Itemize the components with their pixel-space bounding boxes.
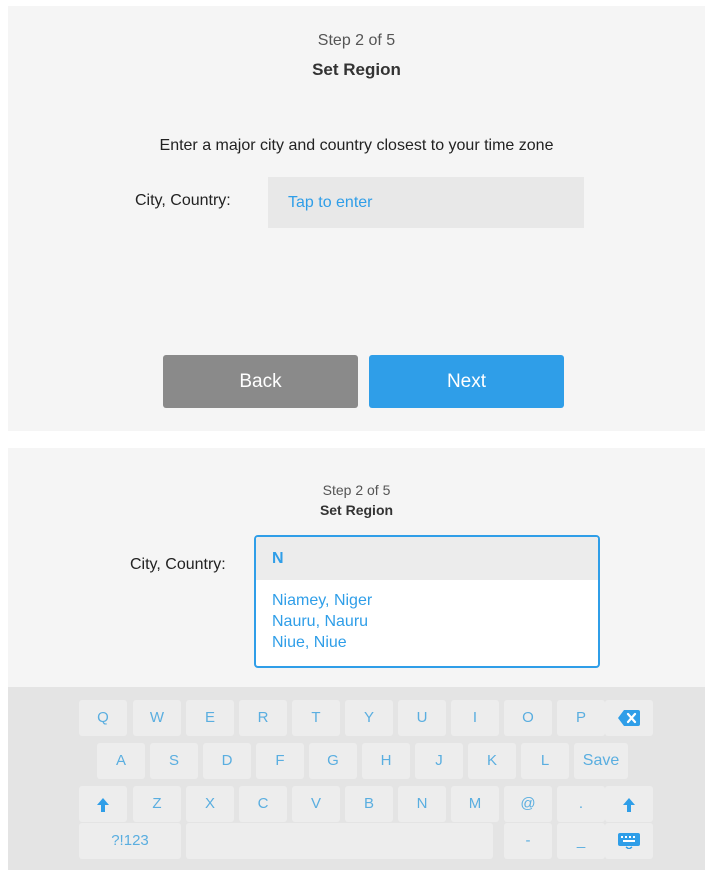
next-button[interactable]: Next (369, 355, 564, 408)
key-a[interactable]: A (97, 743, 145, 779)
city-country-combobox: N Niamey, Niger Nauru, Nauru Niue, Niue (254, 535, 600, 668)
key-dash[interactable]: - (504, 823, 552, 859)
suggestion-item[interactable]: Nauru, Nauru (272, 611, 598, 632)
suggestion-item[interactable]: Niue, Niue (272, 632, 598, 653)
key-e[interactable]: E (186, 700, 234, 736)
save-button[interactable]: Save (574, 743, 628, 779)
key-g[interactable]: G (309, 743, 357, 779)
page-title: Set Region (312, 60, 401, 79)
city-country-label: City, Country: (130, 556, 226, 573)
key-m[interactable]: M (451, 786, 499, 822)
backspace-key[interactable] (605, 700, 653, 736)
step-indicator: Step 2 of 5 (322, 482, 391, 498)
key-j[interactable]: J (415, 743, 463, 779)
suggestion-item[interactable]: Niamey, Niger (272, 590, 598, 611)
key-i[interactable]: I (451, 700, 499, 736)
shift-icon (623, 798, 635, 813)
shift-left-key[interactable] (79, 786, 127, 822)
key-v[interactable]: V (292, 786, 340, 822)
key-l[interactable]: L (521, 743, 569, 779)
symbols-key[interactable]: ?!123 (79, 823, 181, 859)
key-s[interactable]: S (150, 743, 198, 779)
keyboard-icon (618, 833, 640, 850)
space-key[interactable] (186, 823, 493, 859)
back-button[interactable]: Back (163, 355, 358, 408)
backspace-icon (618, 710, 640, 727)
key-n[interactable]: N (398, 786, 446, 822)
page-title: Set Region (319, 502, 394, 518)
key-p[interactable]: P (557, 700, 605, 736)
key-r[interactable]: R (239, 700, 287, 736)
city-country-label: City, Country: (135, 192, 231, 209)
key-b[interactable]: B (345, 786, 393, 822)
region-setup-screen: Step 2 of 5 Set Region Enter a major cit… (8, 6, 705, 431)
city-country-input[interactable]: N (256, 537, 598, 580)
hide-keyboard-key[interactable] (605, 823, 653, 859)
suggestion-list: Niamey, Niger Nauru, Nauru Niue, Niue (256, 580, 598, 653)
key-at[interactable]: @ (504, 786, 552, 822)
key-y[interactable]: Y (345, 700, 393, 736)
key-f[interactable]: F (256, 743, 304, 779)
key-x[interactable]: X (186, 786, 234, 822)
key-h[interactable]: H (362, 743, 410, 779)
key-k[interactable]: K (468, 743, 516, 779)
key-d[interactable]: D (203, 743, 251, 779)
key-u[interactable]: U (398, 700, 446, 736)
instruction-text: Enter a major city and country closest t… (159, 137, 554, 154)
key-period[interactable]: . (557, 786, 605, 822)
key-q[interactable]: Q (79, 700, 127, 736)
key-w[interactable]: W (133, 700, 181, 736)
key-o[interactable]: O (504, 700, 552, 736)
key-z[interactable]: Z (133, 786, 181, 822)
key-c[interactable]: C (239, 786, 287, 822)
shift-icon (97, 798, 109, 813)
key-underscore[interactable]: _ (557, 823, 605, 859)
step-indicator: Step 2 of 5 (317, 32, 396, 49)
region-search-screen: Step 2 of 5 Set Region City, Country: N … (8, 448, 705, 870)
city-country-field[interactable]: Tap to enter (268, 177, 584, 228)
key-t[interactable]: T (292, 700, 340, 736)
shift-right-key[interactable] (605, 786, 653, 822)
on-screen-keyboard: Q W E R T Y U I O P A S D F G H J K L Sa… (8, 687, 705, 870)
